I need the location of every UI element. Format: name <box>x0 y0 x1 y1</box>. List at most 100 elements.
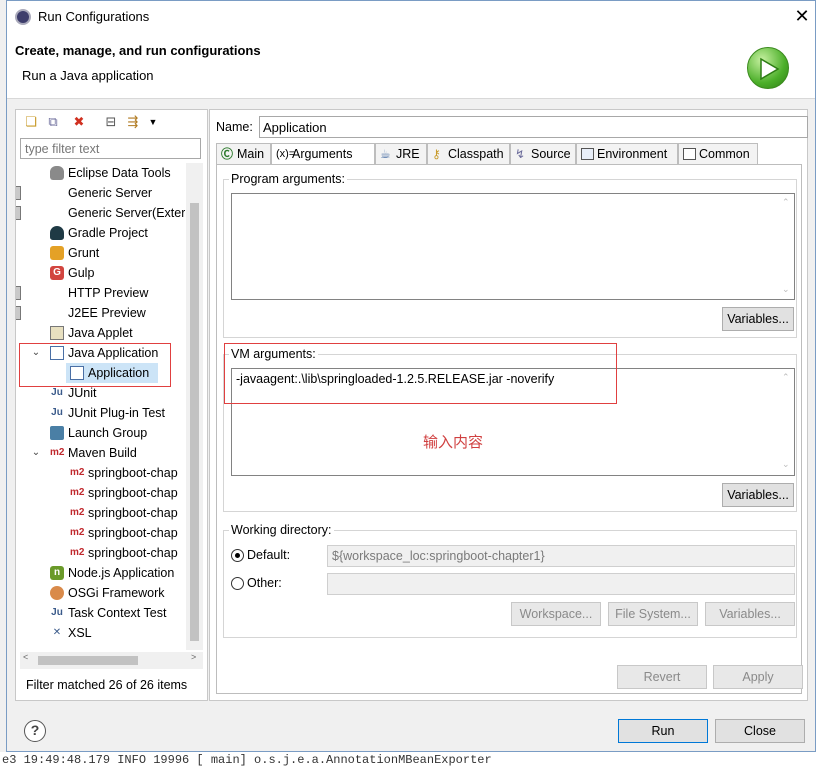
file-system-button[interactable]: File System... <box>608 602 698 626</box>
program-arguments-textarea[interactable] <box>231 193 795 300</box>
classpath-tab-icon: ⚷ <box>432 147 441 161</box>
tree-item[interactable]: Generic Server <box>16 183 185 203</box>
tab-jre[interactable]: ☕ JRE <box>375 143 427 165</box>
tree-item[interactable]: ✕ XSL <box>16 623 185 643</box>
expand-arrow-icon[interactable]: ⌄ <box>30 443 42 463</box>
tree-item-label: springboot-chap <box>88 546 178 560</box>
workspace-button[interactable]: Workspace... <box>511 602 601 626</box>
tab-label: Arguments <box>292 147 353 161</box>
tab-classpath[interactable]: ⚷ Classpath <box>427 143 510 165</box>
tree-vertical-scrollbar[interactable] <box>186 163 203 650</box>
tree-item[interactable]: m2 springboot-chap <box>16 503 185 523</box>
tree-item-label: Launch Group <box>68 426 148 440</box>
scroll-down-icon[interactable]: ⌄ <box>782 284 790 295</box>
tree-item-label: XSL <box>68 626 92 640</box>
tree-item[interactable]: m2 springboot-chap <box>16 523 185 543</box>
tab-main[interactable]: Ⓒ Main <box>216 143 271 165</box>
scroll-left-icon[interactable]: < <box>23 652 28 662</box>
tab-common[interactable]: Common <box>678 143 758 165</box>
tree-item[interactable]: Ju Task Context Test <box>16 603 185 623</box>
scroll-up-icon[interactable]: ⌃ <box>782 197 790 208</box>
vm-args-scrollbar[interactable]: ⌃ ⌄ <box>779 369 795 475</box>
tree-item[interactable]: G Gulp <box>16 263 185 283</box>
environment-tab-icon <box>581 148 594 160</box>
tab-label: Common <box>699 147 750 161</box>
apply-button[interactable]: Apply <box>713 665 803 689</box>
header-subtitle: Run a Java application <box>22 68 154 83</box>
launch-group-icon <box>50 426 64 440</box>
tree-item[interactable]: Grunt <box>16 243 185 263</box>
tree-item[interactable]: Launch Group <box>16 423 185 443</box>
vm-variables-button[interactable]: Variables... <box>722 483 794 507</box>
junit-icon: Ju <box>51 387 63 398</box>
maven-icon: m2 <box>70 487 85 498</box>
tree-item[interactable]: Gradle Project <box>16 223 185 243</box>
grunt-icon <box>50 246 64 260</box>
scrollbar-thumb[interactable] <box>190 203 199 641</box>
scroll-down-icon[interactable]: ⌄ <box>782 459 790 470</box>
working-dir-variables-button[interactable]: Variables... <box>705 602 795 626</box>
close-icon[interactable]: ✕ <box>791 5 813 27</box>
tree-item-label: Grunt <box>68 246 100 260</box>
applet-icon <box>50 326 64 340</box>
duplicate-config-icon[interactable]: ⧉ <box>44 113 62 131</box>
tree-horizontal-scrollbar[interactable]: < > <box>20 652 203 669</box>
scrollbar-thumb[interactable] <box>38 656 138 665</box>
configuration-list-panel: ❏ ⧉ ✖ ⊟ ⇶ ▼ Eclipse Data Tools Generic Se… <box>15 109 208 701</box>
other-radio[interactable] <box>231 577 244 590</box>
help-icon[interactable]: ? <box>24 720 46 742</box>
background-editor-edge <box>815 0 825 768</box>
view-menu-icon[interactable]: ▼ <box>144 113 162 131</box>
close-button[interactable]: Close <box>715 719 805 743</box>
program-variables-button[interactable]: Variables... <box>722 307 794 331</box>
scroll-right-icon[interactable]: > <box>191 652 196 662</box>
revert-button[interactable]: Revert <box>617 665 707 689</box>
default-radio[interactable] <box>231 549 244 562</box>
program-arguments-label: Program arguments: <box>229 172 347 186</box>
collapse-all-icon[interactable]: ⊟ <box>102 113 120 131</box>
tree-item[interactable]: Ju JUnit Plug-in Test <box>16 403 185 423</box>
tab-source[interactable]: ↯ Source <box>510 143 576 165</box>
tree-item[interactable]: OSGi Framework <box>16 583 185 603</box>
tab-label: Classpath <box>448 147 504 161</box>
program-args-scrollbar[interactable]: ⌃ ⌄ <box>779 194 795 299</box>
tree-item-label: Task Context Test <box>68 606 167 620</box>
gulp-icon: G <box>50 266 64 280</box>
tree-item[interactable]: m2 springboot-chap <box>16 543 185 563</box>
maven-icon: m2 <box>70 547 85 558</box>
maven-icon: m2 <box>70 467 85 478</box>
name-input[interactable] <box>259 116 808 138</box>
tab-environment[interactable]: Environment <box>576 143 678 165</box>
tree-item-label: Gulp <box>68 266 95 280</box>
tree-item-label: Generic Server(Exter <box>68 206 185 220</box>
tree-item-label: J2EE Preview <box>68 306 146 320</box>
tree-item[interactable]: Java Applet <box>16 323 185 343</box>
tree-item[interactable]: n Node.js Application <box>16 563 185 583</box>
filter-config-icon[interactable]: ⇶ <box>124 113 142 131</box>
tree-item[interactable]: ⌄ m2 Maven Build <box>16 443 185 463</box>
tree-item[interactable]: m2 springboot-chap <box>16 463 185 483</box>
scroll-up-icon[interactable]: ⌃ <box>782 372 790 383</box>
tree-item[interactable]: Generic Server(Exter <box>16 203 185 223</box>
tree-item-label: Eclipse Data Tools <box>68 166 171 180</box>
tree-item[interactable]: HTTP Preview <box>16 283 185 303</box>
delete-config-icon[interactable]: ✖ <box>70 113 88 131</box>
new-config-icon[interactable]: ❏ <box>22 113 40 131</box>
common-tab-icon <box>683 148 696 160</box>
database-icon <box>50 166 64 180</box>
tree-item[interactable]: m2 springboot-chap <box>16 483 185 503</box>
tree-item-label: springboot-chap <box>88 466 178 480</box>
tab-arguments[interactable]: (x)= Arguments <box>271 143 375 166</box>
tree-item-label: OSGi Framework <box>68 586 165 600</box>
tree-item[interactable]: J2EE Preview <box>16 303 185 323</box>
default-directory-field: ${workspace_loc:springboot-chapter1} <box>327 545 795 567</box>
arguments-tab-content: Program arguments: ⌃ ⌄ Variables... VM a… <box>216 164 803 694</box>
main-tab-icon: Ⓒ <box>221 147 234 161</box>
run-banner-icon <box>747 47 789 89</box>
working-directory-label: Working directory: <box>229 523 334 537</box>
run-button[interactable]: Run <box>618 719 708 743</box>
filter-input[interactable] <box>20 138 201 159</box>
configuration-editor-panel: Name: Ⓒ Main (x)= Arguments ☕ JRE ⚷ Clas… <box>209 109 808 701</box>
tree-item-label: Maven Build <box>68 446 137 460</box>
tree-item[interactable]: Eclipse Data Tools <box>16 163 185 183</box>
